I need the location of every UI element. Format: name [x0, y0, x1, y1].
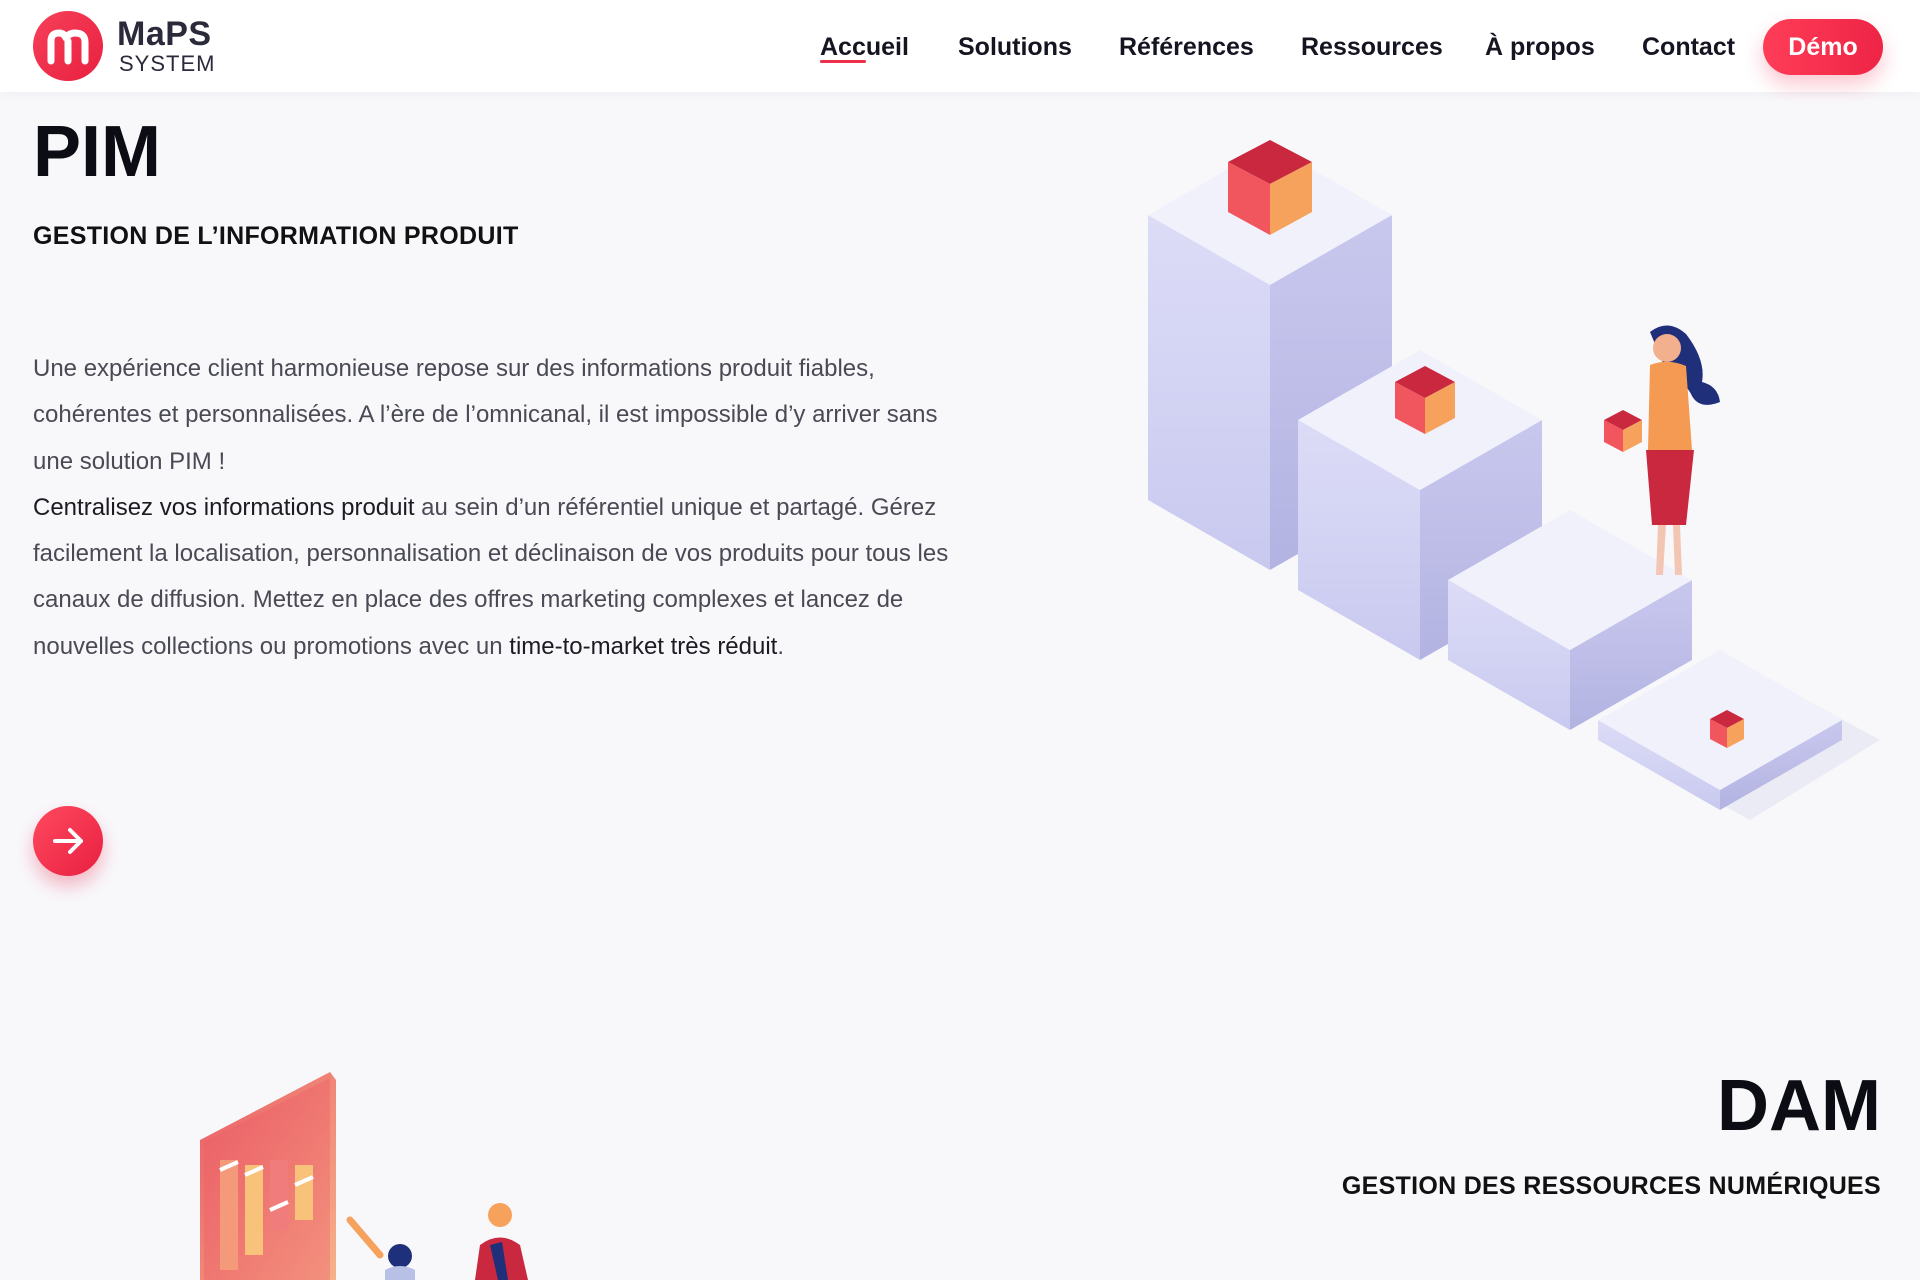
pim-description: Une expérience client harmonieuse repose…: [33, 346, 978, 670]
nav-item-solutions[interactable]: Solutions: [958, 30, 1072, 64]
main-nav: Accueil Solutions Références Ressources …: [0, 0, 1920, 92]
pim-bold-lead: Centralisez vos informations produit: [33, 493, 415, 521]
pim-body-end: .: [777, 632, 785, 660]
nav-item-ressources[interactable]: Ressources: [1301, 30, 1443, 64]
nav-item-a-propos[interactable]: À propos: [1485, 30, 1595, 64]
nav-item-contact[interactable]: Contact: [1642, 30, 1735, 64]
pim-intro: Une expérience client harmonieuse repose…: [33, 355, 938, 475]
arrow-right-icon: [53, 828, 83, 854]
pim-subtitle: GESTION DE L’INFORMATION PRODUIT: [33, 222, 519, 250]
dam-dashboard-illustration: [200, 1072, 528, 1280]
site-header: MaPS SYSTEM Accueil Solutions Références…: [0, 0, 1920, 92]
demo-button[interactable]: Démo: [1763, 19, 1883, 75]
pim-steps-illustration: [1148, 140, 1880, 820]
pim-bold-tail: time-to-market très réduit: [509, 632, 778, 660]
nav-item-references[interactable]: Références: [1119, 30, 1254, 64]
person-with-box: [1604, 325, 1720, 575]
pim-title: PIM: [33, 112, 162, 192]
dam-title: DAM: [1717, 1066, 1881, 1146]
nav-item-accueil[interactable]: Accueil: [820, 30, 909, 64]
pim-more-button[interactable]: [33, 806, 103, 876]
dam-subtitle: GESTION DES RESSOURCES NUMÉRIQUES: [1341, 1172, 1881, 1200]
